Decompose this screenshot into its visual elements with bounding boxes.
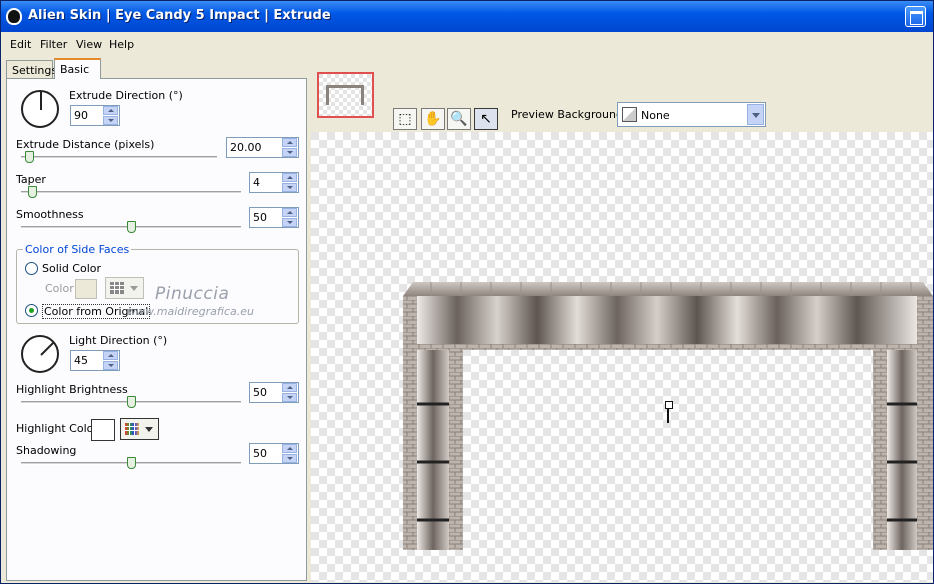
stepper-up-icon[interactable]: [282, 383, 297, 392]
smoothness-label: Smoothness: [16, 208, 84, 221]
highlight-color-palette-button[interactable]: [120, 418, 159, 440]
highlight-brightness-label: Highlight Brightness: [16, 383, 128, 396]
app-icon[interactable]: [6, 8, 22, 25]
maximize-icon[interactable]: [905, 6, 926, 27]
menu-help[interactable]: Help: [109, 38, 134, 51]
color-from-original-radio[interactable]: [25, 304, 38, 317]
preview-background-label: Preview Background:: [511, 108, 627, 121]
highlight-brightness-thumb[interactable]: [127, 396, 136, 408]
watermark-site: www.maidiregrafica.eu: [127, 305, 254, 318]
solid-color-radio[interactable]: [25, 262, 38, 275]
pointer-icon[interactable]: ↖: [474, 108, 498, 130]
stepper-down-icon[interactable]: [282, 183, 297, 192]
extrude-distance-stepper[interactable]: 20.00: [226, 137, 299, 158]
navigator-thumbnail[interactable]: [317, 72, 374, 118]
stepper-down-icon[interactable]: [282, 393, 297, 402]
stepper-up-icon[interactable]: [103, 106, 118, 115]
dial-needle: [40, 92, 42, 110]
preview-background-select[interactable]: None: [617, 102, 766, 127]
stepper-down-icon[interactable]: [282, 454, 297, 463]
side-faces-legend: Color of Side Faces: [23, 243, 132, 256]
title-bar: Alien Skin | Eye Candy 5 Impact | Extrud…: [1, 1, 933, 32]
settings-panel: Extrude Direction (°) 90 Extrude Distanc…: [6, 78, 307, 581]
cursor-icon: [665, 401, 673, 423]
taper-stepper[interactable]: 4: [249, 172, 299, 193]
window-title: Alien Skin | Eye Candy 5 Impact | Extrud…: [28, 8, 331, 23]
extrude-direction-dial[interactable]: [21, 90, 59, 128]
extrude-distance-value: 20.00: [230, 141, 262, 154]
chevron-down-icon: [145, 427, 153, 432]
stepper-down-icon[interactable]: [282, 218, 297, 227]
extrude-direction-stepper[interactable]: 90: [70, 105, 120, 126]
taper-thumb[interactable]: [28, 186, 37, 198]
dial-needle: [40, 341, 55, 356]
extrude-direction-value: 90: [74, 109, 88, 122]
highlight-color-label: Highlight Color: [16, 422, 98, 435]
thumbnail-frame-shape: [326, 85, 364, 105]
palette-grid-icon: [125, 423, 139, 435]
solid-color-label: Solid Color: [42, 262, 102, 275]
smoothness-stepper[interactable]: 50: [249, 207, 299, 228]
tab-settings[interactable]: Settings: [6, 60, 57, 78]
smoothness-thumb[interactable]: [127, 221, 136, 233]
shadowing-value: 50: [253, 447, 267, 460]
extruded-frame-preview: [403, 282, 933, 550]
side-color-swatch[interactable]: [75, 279, 97, 299]
extrude-distance-thumb[interactable]: [24, 151, 34, 163]
light-direction-stepper[interactable]: 45: [70, 350, 120, 371]
stepper-down-icon[interactable]: [282, 148, 297, 157]
taper-value: 4: [253, 176, 260, 189]
menu-filter[interactable]: Filter: [40, 38, 67, 51]
palette-grid-icon: [110, 282, 124, 294]
smoothness-value: 50: [253, 211, 267, 224]
highlight-brightness-stepper[interactable]: 50: [249, 382, 299, 403]
extrude-distance-label: Extrude Distance (pixels): [16, 138, 155, 151]
stepper-up-icon[interactable]: [282, 208, 297, 217]
chevron-down-icon: [130, 286, 138, 291]
menu-view[interactable]: View: [76, 38, 102, 51]
menu-edit[interactable]: Edit: [10, 38, 31, 51]
taper-slider[interactable]: [21, 191, 241, 194]
preview-background-value: None: [641, 109, 670, 122]
tab-basic[interactable]: Basic: [54, 58, 101, 79]
stepper-up-icon[interactable]: [103, 351, 118, 360]
preview-canvas[interactable]: [311, 132, 933, 582]
chevron-down-icon[interactable]: [747, 104, 764, 125]
stepper-up-icon[interactable]: [282, 138, 297, 147]
extrude-direction-label: Extrude Direction (°): [69, 89, 183, 102]
shadowing-label: Shadowing: [16, 444, 77, 457]
shadowing-thumb[interactable]: [127, 457, 136, 469]
stepper-down-icon[interactable]: [103, 116, 118, 125]
stepper-up-icon[interactable]: [282, 444, 297, 453]
light-direction-value: 45: [74, 354, 88, 367]
highlight-color-swatch[interactable]: [91, 419, 115, 441]
stepper-down-icon[interactable]: [103, 361, 118, 370]
taper-label: Taper: [16, 173, 46, 186]
hand-icon[interactable]: ✋: [421, 108, 445, 130]
light-direction-dial[interactable]: [21, 335, 59, 373]
color-label: Color: [45, 282, 74, 295]
transparent-swatch-icon: [622, 107, 637, 122]
shadowing-stepper[interactable]: 50: [249, 443, 299, 464]
navigator-icon[interactable]: ⬚: [393, 108, 417, 130]
light-direction-label: Light Direction (°): [69, 334, 168, 347]
menu-bar: Edit Filter View Help: [1, 34, 933, 54]
highlight-brightness-value: 50: [253, 386, 267, 399]
side-color-palette-button[interactable]: [105, 277, 144, 299]
watermark-name: Pinuccia: [155, 284, 230, 304]
zoom-icon[interactable]: 🔍: [447, 108, 471, 130]
extrude-distance-slider[interactable]: [21, 156, 217, 159]
app-window: Alien Skin | Eye Candy 5 Impact | Extrud…: [0, 0, 934, 584]
stepper-up-icon[interactable]: [282, 173, 297, 182]
